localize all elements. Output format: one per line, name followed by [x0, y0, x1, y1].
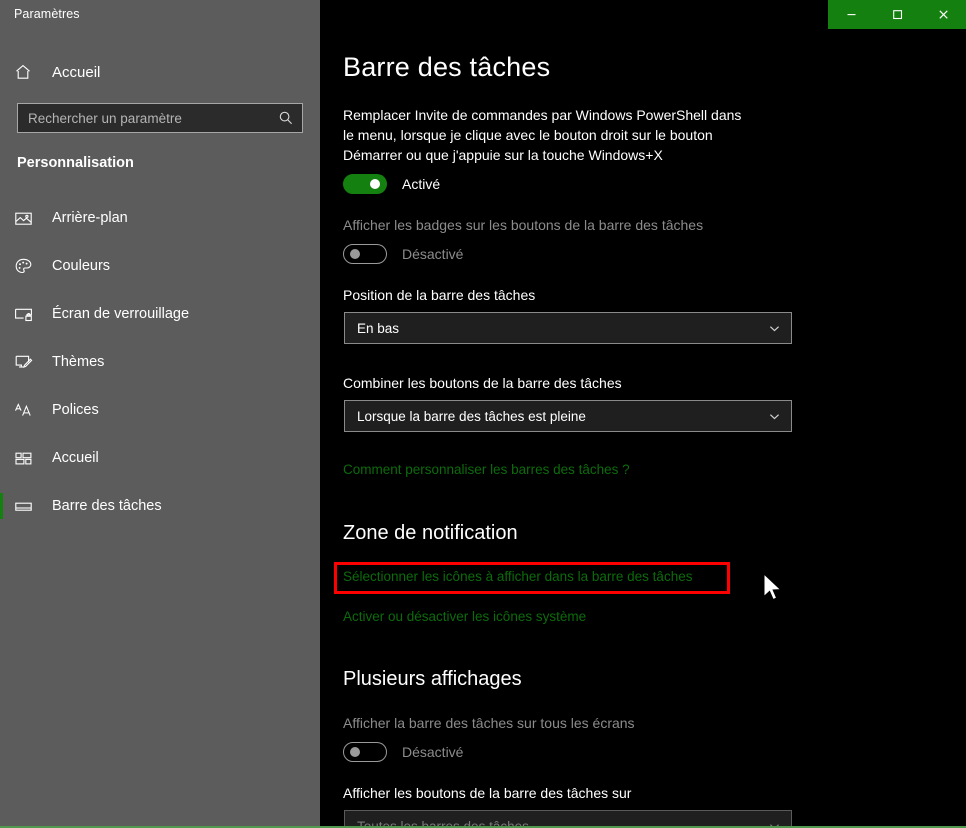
toggle-knob [370, 179, 380, 189]
window-controls [828, 0, 966, 29]
multiple-displays-heading: Plusieurs affichages [343, 668, 522, 690]
maximize-button[interactable] [875, 0, 919, 29]
position-dropdown-value: En bas [357, 320, 400, 336]
taskbar-icon [14, 497, 40, 516]
lock-screen-icon [14, 305, 40, 324]
toggle-knob [350, 249, 360, 259]
powershell-toggle-row[interactable]: Activé [343, 174, 440, 194]
powershell-toggle-label: Activé [402, 176, 441, 192]
start-menu-icon [14, 449, 40, 468]
powershell-toggle[interactable] [343, 174, 387, 194]
sidebar: Paramètres Accueil Rechercher un paramèt… [0, 0, 320, 828]
sidebar-item-start[interactable]: Accueil [0, 434, 320, 482]
toggle-knob [350, 747, 360, 757]
sidebar-item-themes[interactable]: Thèmes [0, 338, 320, 386]
close-button[interactable] [921, 0, 965, 29]
combine-dropdown-value: Lorsque la barre des tâches est pleine [357, 408, 586, 424]
sidebar-item-colors-label: Couleurs [52, 258, 111, 274]
badges-toggle-row[interactable]: Désactivé [343, 244, 463, 264]
app-title: Paramètres [14, 7, 80, 21]
show-taskbar-all-displays-toggle[interactable] [343, 742, 387, 762]
sidebar-item-themes-label: Thèmes [52, 354, 105, 370]
combine-setting-label: Combiner les boutons de la barre des tâc… [343, 375, 622, 391]
sidebar-item-fonts[interactable]: Polices [0, 386, 320, 434]
show-taskbar-all-displays-label: Afficher la barre des tâches sur tous le… [343, 715, 635, 731]
sidebar-item-background-label: Arrière-plan [52, 210, 128, 226]
show-taskbar-all-displays-toggle-label: Désactivé [402, 744, 464, 760]
search-placeholder: Rechercher un paramètre [28, 110, 182, 126]
sidebar-item-home-label: Accueil [52, 63, 101, 81]
main-content: Barre des tâches Remplacer Invite de com… [320, 0, 966, 828]
sidebar-nav-list: Arrière-plan Couleurs Écran de verrouill… [0, 194, 320, 530]
notification-area-heading: Zone de notification [343, 522, 518, 544]
sidebar-item-taskbar-label: Barre des tâches [52, 498, 162, 514]
combine-dropdown[interactable]: Lorsque la barre des tâches est pleine [344, 400, 792, 432]
sidebar-item-lock-screen-label: Écran de verrouillage [52, 306, 190, 322]
sidebar-item-fonts-label: Polices [52, 402, 99, 418]
position-setting-label: Position de la barre des tâches [343, 287, 536, 303]
palette-icon [14, 257, 40, 276]
minimize-button[interactable] [829, 0, 873, 29]
sidebar-item-colors[interactable]: Couleurs [0, 242, 320, 290]
search-icon [278, 110, 294, 126]
picture-icon [14, 209, 40, 228]
brush-icon [14, 353, 40, 372]
position-dropdown[interactable]: En bas [344, 312, 792, 344]
help-link[interactable]: Comment personnaliser les barres des tâc… [343, 462, 630, 477]
chevron-down-icon [768, 410, 781, 423]
sidebar-item-taskbar[interactable]: Barre des tâches [0, 482, 320, 530]
system-icons-link[interactable]: Activer ou désactiver les icônes système [343, 609, 586, 624]
sidebar-item-start-label: Accueil [52, 450, 99, 466]
page-title: Barre des tâches [343, 52, 551, 82]
sidebar-item-lock-screen[interactable]: Écran de verrouillage [0, 290, 320, 338]
badges-setting-label: Afficher les badges sur les boutons de l… [343, 217, 704, 233]
sidebar-item-background[interactable]: Arrière-plan [0, 194, 320, 242]
home-icon [14, 63, 44, 81]
taskbar-buttons-on-label: Afficher les boutons de la barre des tâc… [343, 785, 632, 801]
settings-window: Paramètres Accueil Rechercher un paramèt… [0, 0, 966, 828]
sidebar-item-home[interactable]: Accueil [0, 57, 320, 87]
chevron-down-icon [768, 322, 781, 335]
badges-toggle[interactable] [343, 244, 387, 264]
powershell-setting-description: Remplacer Invite de commandes par Window… [343, 107, 742, 163]
search-input[interactable]: Rechercher un paramètre [17, 103, 303, 133]
select-icons-link[interactable]: Sélectionner les icônes à afficher dans … [343, 569, 692, 584]
fonts-icon [14, 401, 40, 420]
badges-toggle-label: Désactivé [402, 246, 464, 262]
sidebar-section-title: Personnalisation [17, 155, 134, 171]
show-taskbar-all-displays-toggle-row[interactable]: Désactivé [343, 742, 463, 762]
